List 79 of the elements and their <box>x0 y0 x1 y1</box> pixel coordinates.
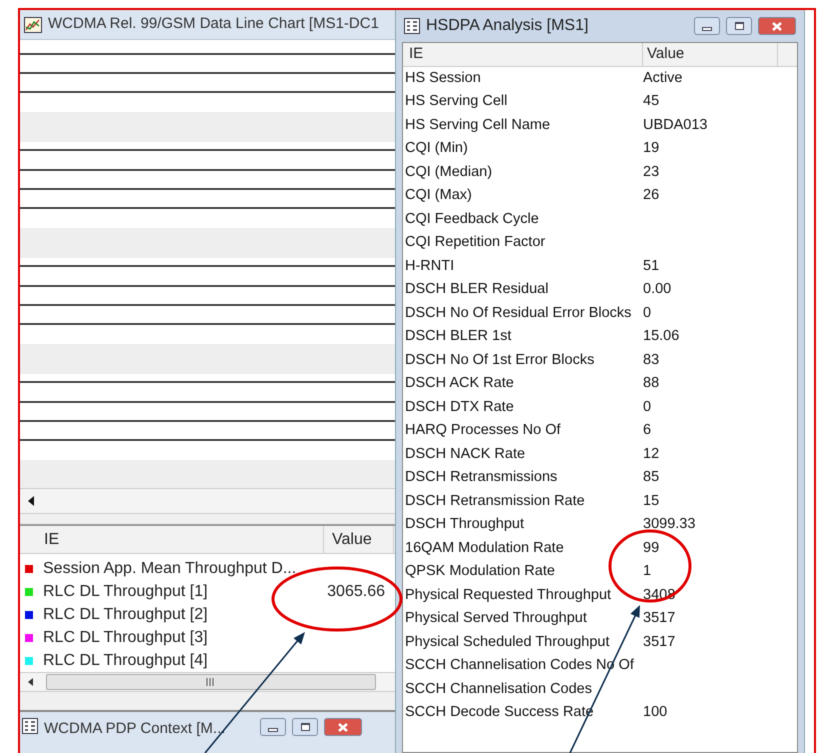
horizontal-scrollbar[interactable] <box>20 672 395 692</box>
table-cell-text: 19 <box>643 139 660 158</box>
table-cell-text: DSCH BLER 1st <box>404 327 512 346</box>
window-title: HSDPA Analysis [MS1] <box>426 16 590 36</box>
table-cell-text: DSCH Retransmission Rate <box>404 492 586 511</box>
table-cell-text: 16QAM Modulation Rate <box>404 538 565 558</box>
table-cell-text: 51 <box>643 256 660 276</box>
close-icon <box>771 20 783 32</box>
column-header[interactable]: Value <box>324 526 394 553</box>
table-cell-text: HS Serving Cell <box>404 92 508 112</box>
scroll-left-arrow-icon[interactable] <box>28 678 34 686</box>
column-header[interactable]: IE <box>34 526 324 553</box>
table-cell-text: 3517 <box>643 632 676 652</box>
horizontal-scrollbar[interactable] <box>20 488 395 514</box>
table-cell-text: HS Session <box>404 68 482 88</box>
grip-icon <box>206 678 216 686</box>
table-icon <box>404 18 420 34</box>
window-title: WCDMA PDP Context [M... <box>44 719 226 739</box>
table-cell-text: DSCH BLER Residual <box>404 280 550 300</box>
table-cell-text: CQI (Max) <box>404 186 473 206</box>
table-cell-text: Physical Served Throughput <box>404 609 588 628</box>
table-cell-text: DSCH DTX Rate <box>404 398 515 417</box>
table-cell-text: 100 <box>643 703 668 722</box>
table-cell-text: HS Serving Cell Name <box>404 116 552 135</box>
table-cell-text: 3517 <box>643 609 676 628</box>
table-cell-text: 3099.33 <box>643 515 696 534</box>
table-cell-text: 3065.66 <box>326 582 385 602</box>
scroll-thumb[interactable] <box>46 674 376 690</box>
table-cell-text: DSCH ACK Rate <box>404 374 515 394</box>
table-cell-text: Physical Scheduled Throughput <box>404 632 610 652</box>
table-cell-text: RLC DL Throughput [3] <box>43 628 209 648</box>
table-icon <box>22 718 38 734</box>
table-cell-text: DSCH No Of 1st Error Blocks <box>404 350 596 370</box>
column-header[interactable]: IE <box>403 43 643 66</box>
table-cell-text: DSCH Retransmissions <box>404 468 558 488</box>
table-cell-text: Active <box>643 68 682 88</box>
table-cell-text: RLC DL Throughput [1] <box>43 582 209 602</box>
table-cell-text: SCCH Channelisation Codes <box>404 680 593 699</box>
table-cell-text: CQI (Median) <box>404 162 494 182</box>
table-cell-text: 99 <box>643 538 660 558</box>
table-cell-text: 23 <box>643 162 660 182</box>
table-cell-text: 0 <box>643 398 652 417</box>
scroll-left-arrow-icon[interactable] <box>28 496 36 506</box>
column-header[interactable]: Value <box>643 43 778 66</box>
maximize-button[interactable] <box>726 17 752 35</box>
table-cell-text: 88 <box>643 374 660 394</box>
table-cell-text: CQI Feedback Cycle <box>404 210 540 229</box>
line-chart-icon <box>24 16 42 32</box>
table-cell-text: 6 <box>643 421 652 440</box>
minimize-button[interactable] <box>694 17 720 35</box>
close-icon <box>337 722 349 732</box>
table-cell-text: Session App. Mean Throughput D... <box>43 558 298 578</box>
table-cell-text: 15 <box>643 492 660 511</box>
table-cell-text: 0 <box>643 304 652 323</box>
table-cell-text: UBDA013 <box>643 116 708 135</box>
table-cell-text: CQI Repetition Factor <box>404 233 546 252</box>
table-cell-text: RLC DL Throughput [2] <box>43 604 209 624</box>
window-title: WCDMA Rel. 99/GSM Data Line Chart [MS1-DC1 <box>48 14 379 34</box>
maximize-button[interactable] <box>292 718 318 736</box>
table-cell-text: HARQ Processes No Of <box>404 421 562 440</box>
table-cell-text: CQI (Min) <box>404 139 469 158</box>
table-cell-text: 85 <box>643 468 660 488</box>
table-cell-text: H-RNTI <box>404 256 456 276</box>
table-cell-text: 26 <box>643 186 660 206</box>
table-cell-text: 83 <box>643 350 660 370</box>
table-cell-text: Physical Requested Throughput <box>404 586 612 605</box>
table-cell-text: RLC DL Throughput [4] <box>43 650 209 670</box>
minimize-button[interactable] <box>260 718 286 736</box>
table-cell-text: QPSK Modulation Rate <box>404 562 556 582</box>
table-cell-text: DSCH Throughput <box>404 515 526 534</box>
table-cell-text: 12 <box>643 444 660 464</box>
close-button[interactable] <box>324 718 362 736</box>
table-cell-text: 15.06 <box>643 327 680 346</box>
table-cell-text: 1 <box>643 562 652 582</box>
close-button[interactable] <box>758 17 796 35</box>
table-cell-text: DSCH NACK Rate <box>404 444 526 464</box>
table-cell-text: 45 <box>643 92 660 112</box>
table-cell-text: DSCH No Of Residual Error Blocks <box>404 304 632 323</box>
table-cell-text: 0.00 <box>643 280 672 300</box>
